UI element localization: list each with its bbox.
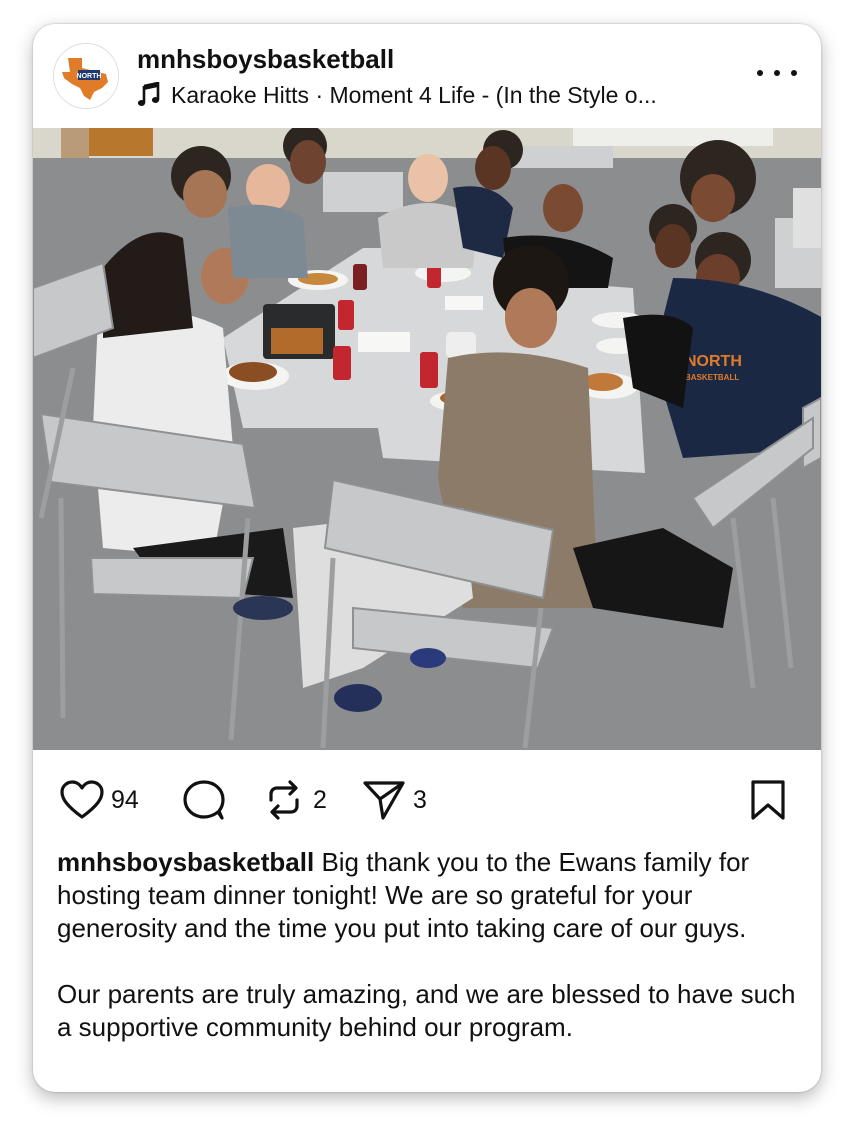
avatar[interactable]: NORTH bbox=[53, 43, 119, 109]
jersey-text: NORTH bbox=[685, 353, 742, 370]
caption-username[interactable]: mnhsboysbasketball bbox=[57, 847, 314, 877]
repost-group: 2 bbox=[261, 778, 327, 822]
jersey-subtext: BASKETBALL bbox=[685, 373, 739, 382]
heart-icon[interactable] bbox=[59, 778, 105, 822]
post-header: NORTH mnhsboysbasketball Karaoke Hitts ·… bbox=[33, 24, 821, 128]
shares-count[interactable]: 3 bbox=[413, 786, 427, 815]
bookmark-icon bbox=[751, 780, 785, 820]
post-photo[interactable]: NORTH BASKETBALL bbox=[33, 128, 821, 750]
save-button[interactable] bbox=[745, 778, 791, 822]
post-card: NORTH mnhsboysbasketball Karaoke Hitts ·… bbox=[33, 24, 821, 1092]
post-actions: 94 2 3 bbox=[33, 750, 821, 846]
audio-label: Karaoke Hitts · Moment 4 Life - (In the … bbox=[171, 81, 657, 108]
team-dinner-photo: NORTH BASKETBALL bbox=[33, 128, 821, 750]
reposts-count[interactable]: 2 bbox=[313, 786, 327, 815]
more-dot bbox=[774, 70, 780, 76]
like-group: 94 bbox=[59, 778, 139, 822]
music-note-icon bbox=[137, 82, 160, 106]
comment-icon[interactable] bbox=[181, 778, 227, 822]
more-dot bbox=[791, 70, 797, 76]
repost-icon[interactable] bbox=[261, 778, 307, 822]
post-caption: mnhsboysbasketball Big thank you to the … bbox=[57, 846, 797, 1044]
share-group: 3 bbox=[361, 778, 427, 822]
post-username[interactable]: mnhsboysbasketball bbox=[137, 44, 394, 75]
caption-paragraph-1: mnhsboysbasketball Big thank you to the … bbox=[57, 846, 797, 945]
logo-text: NORTH bbox=[77, 73, 102, 80]
more-horizontal-icon bbox=[757, 70, 763, 76]
texas-north-logo: NORTH bbox=[54, 44, 118, 108]
send-icon[interactable] bbox=[361, 778, 407, 822]
audio-attribution[interactable]: Karaoke Hitts · Moment 4 Life - (In the … bbox=[137, 80, 657, 110]
more-options-button[interactable] bbox=[757, 58, 797, 88]
likes-count[interactable]: 94 bbox=[111, 786, 139, 815]
comment-group bbox=[181, 778, 227, 822]
caption-paragraph-2: Our parents are truly amazing, and we ar… bbox=[57, 979, 796, 1042]
